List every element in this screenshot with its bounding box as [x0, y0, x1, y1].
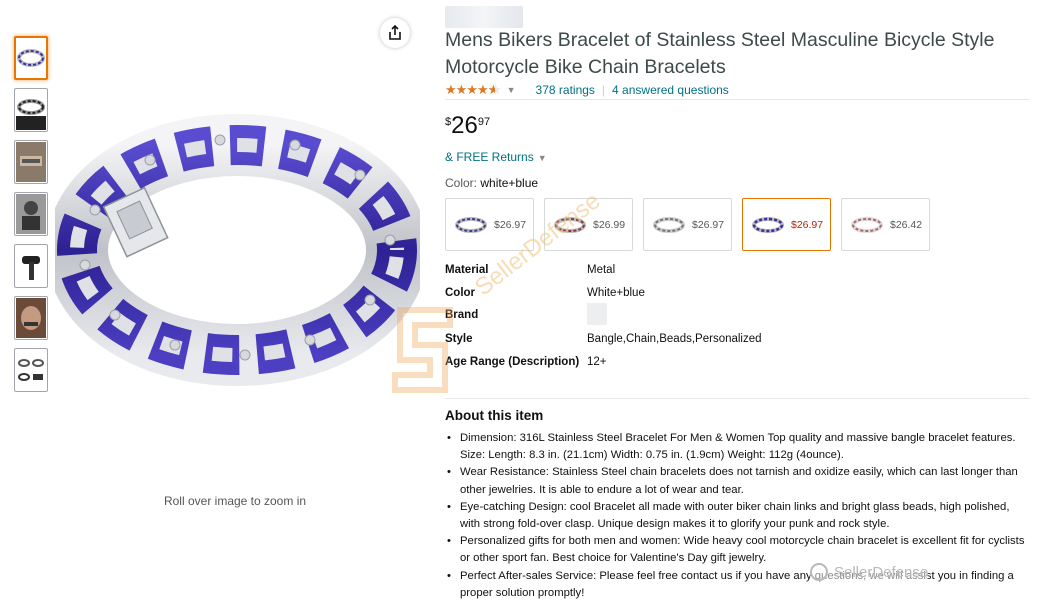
swatch-variant[interactable]: $26.99	[544, 198, 633, 251]
bullet-item: Wear Resistance: Stainless Steel chain b…	[445, 464, 1027, 498]
attribute-row: Age Range (Description) 12+	[445, 354, 762, 371]
bracelet-swatch-icon	[554, 216, 586, 233]
photo-thumb-icon	[18, 359, 44, 381]
zoom-hint: Roll over image to zoom in	[163, 494, 307, 508]
bullet-item: Eye-catching Design: cool Bracelet all m…	[445, 499, 1027, 533]
swatch-price: $26.99	[593, 218, 626, 231]
attribute-key: Style	[445, 333, 473, 345]
attribute-value: Metal	[587, 264, 616, 276]
share-button[interactable]	[380, 18, 410, 48]
chevron-down-icon: ▼	[537, 153, 547, 163]
photo-thumb-icon	[16, 142, 46, 182]
chevron-down-icon[interactable]: ▼	[507, 85, 516, 95]
attribute-key: Color	[445, 286, 476, 299]
photo-thumb-icon	[16, 298, 46, 338]
bracelet-image	[46, 114, 428, 386]
bracelet-swatch-icon	[752, 216, 784, 233]
thumbnail-bracelet-black[interactable]	[14, 88, 48, 132]
about-title: About this item	[445, 408, 544, 423]
color-selection-label: Color: white+blue	[445, 176, 538, 190]
bullet-item: Perfect After-sales Service: Please feel…	[445, 568, 1027, 602]
separator: |	[601, 83, 606, 97]
price-fraction: 97	[477, 116, 491, 128]
brand-value-blurred	[587, 303, 607, 325]
ratings-count-link[interactable]: 378 ratings	[536, 83, 595, 97]
swatch-variant[interactable]: $26.97	[643, 198, 732, 251]
color-value: white+blue	[480, 176, 539, 190]
swatch-variant[interactable]: $26.42	[841, 198, 930, 251]
attribute-key: Brand	[445, 309, 479, 321]
swatch-price: $26.97	[791, 218, 824, 231]
price-whole: 26	[451, 112, 478, 139]
attribute-key: Material	[445, 264, 489, 276]
main-product-image[interactable]	[46, 100, 428, 400]
bracelet-thumb-icon	[17, 49, 45, 67]
divider	[445, 99, 1030, 100]
photo-thumb-icon	[22, 256, 40, 280]
bracelet-swatch-icon	[851, 216, 883, 233]
bracelet-thumb-icon	[16, 99, 46, 130]
thumbnail-rider-photo[interactable]	[14, 192, 48, 236]
bullet-item: Personalized gifts for both men and wome…	[445, 533, 1027, 567]
swatch-variant[interactable]: $26.97	[445, 198, 534, 251]
share-icon	[389, 25, 401, 40]
swatch-price: $26.97	[692, 218, 725, 231]
attribute-row: Material Metal	[445, 262, 762, 279]
attribute-value: 12+	[587, 355, 607, 368]
photo-thumb-icon	[16, 194, 46, 234]
thumbnail-bracelet-purple[interactable]	[14, 36, 48, 80]
bracelet-swatch-icon	[653, 216, 685, 233]
swatch-price: $26.42	[890, 218, 923, 231]
free-returns-link[interactable]: & FREE Returns ▼	[445, 150, 547, 164]
product-title: Mens Bikers Bracelet of Stainless Steel …	[445, 29, 995, 78]
thumbnail-wrist-photo[interactable]	[14, 140, 48, 184]
star-rating-icon[interactable]: ★★★★★★	[445, 82, 501, 98]
attribute-row: Style Bangle,Chain,Beads,Personalized	[445, 331, 762, 348]
brand-link-blurred[interactable]	[445, 6, 523, 28]
attribute-value: White+blue	[587, 286, 645, 299]
returns-label: & FREE Returns	[445, 150, 534, 164]
color-swatches: $26.97 $26.99 $26.97 $26.97 $26.42	[445, 198, 940, 251]
thumbnail-strip	[14, 36, 50, 400]
swatch-price: $26.97	[494, 218, 527, 231]
color-label: Color:	[445, 176, 478, 190]
product-attributes: Material Metal Color White+blue Brand St…	[445, 262, 762, 376]
attribute-value: Bangle,Chain,Beads,Personalized	[587, 333, 762, 345]
rating-row: ★★★★★★ ▼ 378 ratings | 4 answered questi…	[445, 82, 729, 98]
thumbnail-hand-photo[interactable]	[14, 296, 48, 340]
attribute-key: Age Range (Description)	[445, 355, 580, 368]
swatch-variant-selected[interactable]: $26.97	[742, 198, 831, 251]
thumbnail-variants-collage[interactable]	[14, 348, 48, 392]
bullet-item: Dimension: 316L Stainless Steel Bracelet…	[445, 430, 1027, 464]
answered-questions-link[interactable]: 4 answered questions	[612, 83, 729, 97]
divider	[445, 398, 1030, 399]
attribute-row: Color White+blue	[445, 285, 762, 302]
thumbnail-motorcycle-handle[interactable]	[14, 244, 48, 288]
attribute-row: Brand	[445, 303, 762, 325]
price: $ 26 97	[445, 113, 490, 139]
bracelet-swatch-icon	[455, 216, 487, 233]
about-bullets: Dimension: 316L Stainless Steel Bracelet…	[445, 430, 1027, 602]
